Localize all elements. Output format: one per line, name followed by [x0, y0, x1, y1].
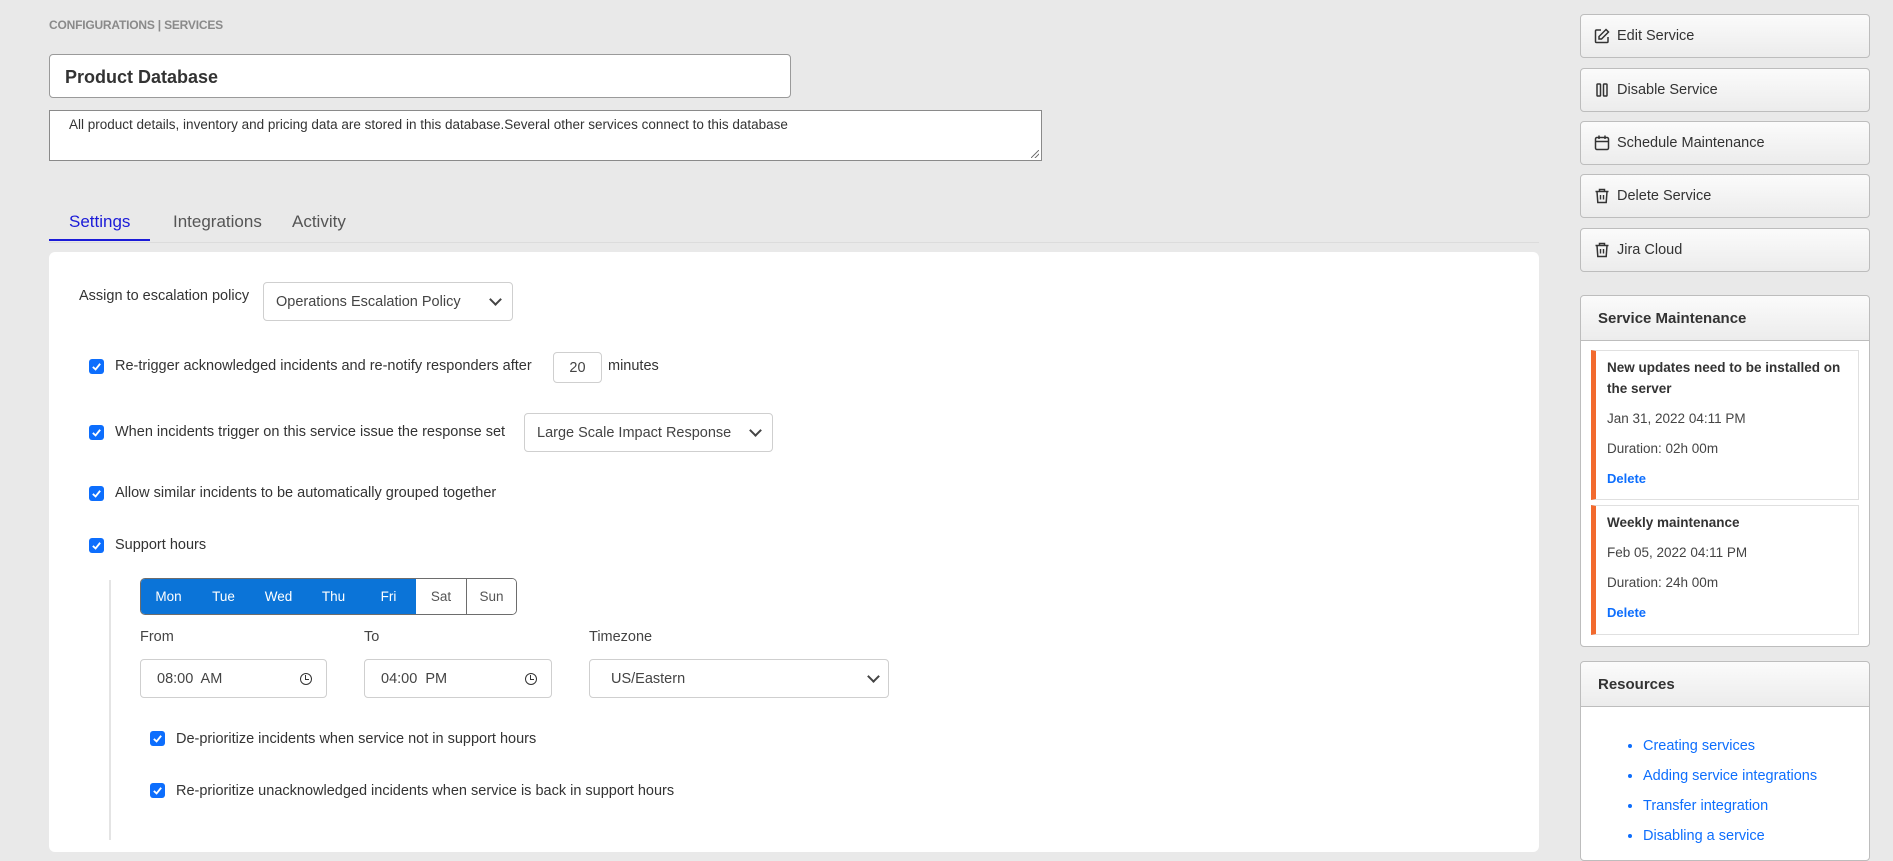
- maintenance-date: Feb 05, 2022 04:11 PM: [1607, 545, 1748, 560]
- edit-icon: [1592, 26, 1612, 46]
- disable-service-label: Disable Service: [1617, 82, 1718, 98]
- service-maintenance-panel: Service Maintenance New updates need to …: [1580, 295, 1870, 647]
- support-hours-divider: [109, 580, 111, 840]
- resource-link-creating-services[interactable]: Creating services: [1643, 738, 1755, 754]
- from-label: From: [140, 629, 174, 645]
- tab-integrations[interactable]: Integrations: [153, 212, 282, 239]
- schedule-maintenance-label: Schedule Maintenance: [1617, 135, 1765, 151]
- day-sun[interactable]: Sun: [466, 579, 516, 614]
- checkmark-icon: [92, 542, 101, 550]
- resources-list: Creating services Adding service integra…: [1581, 707, 1869, 851]
- maintenance-item: Weekly maintenance Feb 05, 2022 04:11 PM…: [1591, 505, 1859, 635]
- edit-service-button[interactable]: Edit Service: [1580, 14, 1870, 58]
- response-set-label: When incidents trigger on this service i…: [115, 424, 506, 440]
- tab-activity[interactable]: Activity: [272, 212, 366, 239]
- response-set-checkbox[interactable]: [89, 425, 104, 440]
- service-description-text: All product details, inventory and prici…: [69, 117, 788, 132]
- disable-service-button[interactable]: Disable Service: [1580, 68, 1870, 112]
- resources-title: Resources: [1581, 662, 1869, 707]
- response-set-select[interactable]: Large Scale Impact Response: [524, 413, 773, 452]
- resource-item: Creating services: [1643, 731, 1869, 761]
- day-mon[interactable]: Mon: [141, 579, 196, 614]
- maintenance-title: Weekly maintenance: [1607, 515, 1740, 530]
- maintenance-title: New updates need to be installed on the …: [1607, 360, 1841, 396]
- chevron-down-icon: [749, 424, 762, 437]
- resource-link-disabling-service[interactable]: Disabling a service: [1643, 828, 1765, 844]
- resource-item: Disabling a service: [1643, 821, 1869, 851]
- day-sat[interactable]: Sat: [416, 579, 466, 614]
- pause-icon: [1592, 80, 1612, 100]
- resource-link-adding-integrations[interactable]: Adding service integrations: [1643, 768, 1817, 784]
- escalation-policy-label: Assign to escalation policy: [79, 288, 250, 304]
- resize-handle[interactable]: [1031, 150, 1039, 158]
- maintenance-delete-link[interactable]: Delete: [1607, 602, 1848, 623]
- timezone-select[interactable]: US/Eastern: [589, 659, 889, 698]
- grouping-checkbox[interactable]: [89, 486, 104, 501]
- retrigger-minutes-input[interactable]: 20: [553, 352, 602, 383]
- retrigger-checkbox[interactable]: [89, 359, 104, 374]
- to-label: To: [364, 629, 380, 645]
- escalation-policy-select[interactable]: Operations Escalation Policy: [263, 282, 513, 321]
- clock-icon: [525, 672, 537, 685]
- delete-service-label: Delete Service: [1617, 188, 1712, 204]
- resource-link-transfer-integration[interactable]: Transfer integration: [1643, 798, 1768, 814]
- timezone-label: Timezone: [589, 629, 653, 645]
- resource-item: Transfer integration: [1643, 791, 1869, 821]
- resources-panel: Resources Creating services Adding servi…: [1580, 661, 1870, 861]
- grouping-label: Allow similar incidents to be automatica…: [115, 485, 497, 501]
- jira-cloud-button[interactable]: Jira Cloud: [1580, 228, 1870, 272]
- day-wed[interactable]: Wed: [251, 579, 306, 614]
- retrigger-label: Re-trigger acknowledged incidents and re…: [115, 358, 532, 374]
- minutes-label: minutes: [608, 358, 659, 374]
- trash-icon: [1592, 186, 1612, 206]
- escalation-policy-value: Operations Escalation Policy: [276, 293, 461, 310]
- checkmark-icon: [92, 490, 101, 498]
- checkmark-icon: [153, 735, 162, 743]
- to-time-input[interactable]: 04:00 PM: [364, 659, 552, 698]
- chevron-down-icon: [489, 293, 502, 306]
- maintenance-duration: Duration: 02h 00m: [1607, 441, 1719, 456]
- day-selector: Mon Tue Wed Thu Fri Sat Sun: [140, 578, 517, 615]
- service-description-textarea[interactable]: All product details, inventory and prici…: [49, 110, 1042, 161]
- day-tue[interactable]: Tue: [196, 579, 251, 614]
- checkmark-icon: [92, 429, 101, 437]
- checkmark-icon: [153, 787, 162, 795]
- response-set-value: Large Scale Impact Response: [537, 424, 732, 441]
- delete-service-button[interactable]: Delete Service: [1580, 174, 1870, 218]
- maintenance-date: Jan 31, 2022 04:11 PM: [1607, 411, 1746, 426]
- clock-icon: [300, 672, 312, 685]
- calendar-icon: [1592, 133, 1612, 153]
- from-time-input[interactable]: 08:00 AM: [140, 659, 327, 698]
- jira-cloud-label: Jira Cloud: [1617, 242, 1683, 258]
- trash-icon: [1592, 240, 1612, 260]
- support-hours-checkbox[interactable]: [89, 538, 104, 553]
- day-thu[interactable]: Thu: [306, 579, 361, 614]
- tab-bar: Settings Integrations Activity: [49, 212, 1539, 243]
- settings-card: [49, 252, 1539, 852]
- reprioritize-label: Re-prioritize unacknowledged incidents w…: [176, 783, 675, 799]
- deprioritize-checkbox[interactable]: [150, 731, 165, 746]
- from-time-value: 08:00 AM: [157, 670, 223, 687]
- maintenance-item: New updates need to be installed on the …: [1591, 350, 1859, 500]
- service-maintenance-title: Service Maintenance: [1581, 296, 1869, 341]
- breadcrumb: CONFIGURATIONS | SERVICES: [49, 18, 223, 32]
- day-fri[interactable]: Fri: [361, 579, 416, 614]
- to-time-value: 04:00 PM: [381, 670, 448, 687]
- tab-settings[interactable]: Settings: [49, 212, 151, 241]
- edit-service-label: Edit Service: [1617, 28, 1695, 44]
- resource-item: Adding service integrations: [1643, 761, 1869, 791]
- reprioritize-checkbox[interactable]: [150, 783, 165, 798]
- service-name-input[interactable]: Product Database: [49, 54, 791, 98]
- support-hours-label: Support hours: [115, 537, 207, 553]
- schedule-maintenance-button[interactable]: Schedule Maintenance: [1580, 121, 1870, 165]
- timezone-value: US/Eastern: [611, 670, 686, 687]
- maintenance-duration: Duration: 24h 00m: [1607, 575, 1719, 590]
- maintenance-delete-link[interactable]: Delete: [1607, 468, 1848, 489]
- deprioritize-label: De-prioritize incidents when service not…: [176, 731, 537, 747]
- chevron-down-icon: [867, 670, 880, 683]
- checkmark-icon: [92, 363, 101, 371]
